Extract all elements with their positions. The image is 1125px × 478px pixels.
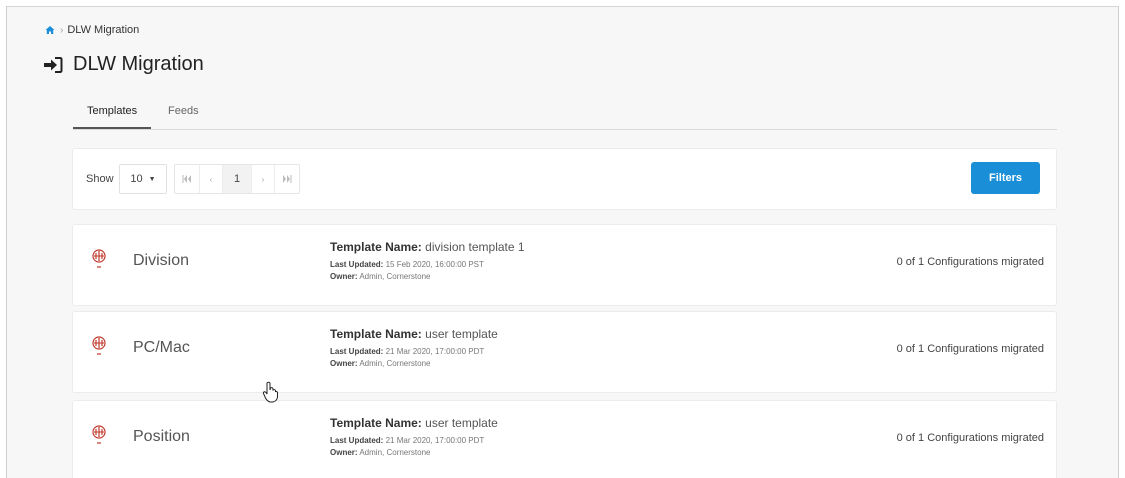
owner-line: Owner: Admin, Cornerstone: [330, 272, 525, 281]
last-updated-label: Last Updated:: [330, 347, 384, 356]
owner-line: Owner: Admin, Cornerstone: [330, 359, 498, 368]
first-page-icon: [182, 175, 191, 183]
last-updated-label: Last Updated:: [330, 260, 384, 269]
template-details: Template Name: user template Last Update…: [330, 327, 498, 368]
breadcrumb: › DLW Migration: [45, 24, 139, 36]
chevron-right-icon: ›: [261, 174, 265, 184]
owner-label: Owner:: [330, 272, 358, 281]
last-updated-value: 21 Mar 2020, 17:00:00 PDT: [385, 436, 485, 445]
owner-label: Owner:: [330, 359, 358, 368]
tab-bar: Templates Feeds: [73, 99, 1057, 130]
last-updated-value: 15 Feb 2020, 16:00:00 PST: [385, 260, 484, 269]
last-updated-value: 21 Mar 2020, 17:00:00 PDT: [385, 347, 485, 356]
tab-templates[interactable]: Templates: [73, 99, 152, 129]
template-name-line: Template Name: division template 1: [330, 240, 525, 254]
template-name-label: Template Name:: [330, 416, 422, 430]
template-name-value: user template: [425, 416, 498, 430]
template-name-value: user template: [425, 327, 498, 341]
template-name-line: Template Name: user template: [330, 327, 498, 341]
login-icon: [44, 56, 63, 73]
migration-status: 0 of 1 Configurations migrated: [896, 256, 1044, 268]
template-icon: [92, 249, 106, 268]
app-frame: › DLW Migration DLW Migration Templates …: [6, 6, 1119, 478]
breadcrumb-separator: ›: [60, 24, 64, 36]
template-card[interactable]: Division Template Name: division templat…: [73, 225, 1056, 305]
page-size-value: 10: [130, 173, 143, 185]
toolbar: Show 10 ▼ ‹ 1 › Filters: [73, 149, 1056, 209]
template-details: Template Name: user template Last Update…: [330, 416, 498, 457]
template-name-line: Template Name: user template: [330, 416, 498, 430]
owner-value: Admin, Cornerstone: [359, 359, 431, 368]
current-page-number: 1: [233, 173, 241, 185]
last-updated-line: Last Updated: 15 Feb 2020, 16:00:00 PST: [330, 260, 525, 269]
first-page-button[interactable]: [175, 165, 200, 193]
last-updated-line: Last Updated: 21 Mar 2020, 17:00:00 PDT: [330, 347, 498, 356]
template-category: Position: [133, 428, 190, 445]
pagination: ‹ 1 ›: [174, 164, 300, 194]
migration-status: 0 of 1 Configurations migrated: [896, 432, 1044, 444]
template-icon: [92, 336, 106, 355]
tab-feeds[interactable]: Feeds: [168, 99, 199, 127]
next-page-button[interactable]: ›: [252, 165, 275, 193]
breadcrumb-current: DLW Migration: [67, 24, 140, 36]
last-page-button[interactable]: [275, 165, 299, 193]
current-page-button[interactable]: 1: [223, 165, 252, 193]
hand-cursor-icon: [262, 381, 278, 403]
last-updated-label: Last Updated:: [330, 436, 384, 445]
owner-value: Admin, Cornerstone: [359, 272, 431, 281]
migration-status: 0 of 1 Configurations migrated: [896, 343, 1044, 355]
page-title: DLW Migration: [73, 53, 204, 75]
show-label: Show: [86, 173, 114, 185]
template-name-label: Template Name:: [330, 327, 422, 341]
template-name-label: Template Name:: [330, 240, 422, 254]
page-size-select[interactable]: 10 ▼: [119, 164, 167, 194]
last-page-icon: [283, 175, 292, 183]
template-card[interactable]: Position Template Name: user template La…: [73, 401, 1056, 478]
last-updated-line: Last Updated: 21 Mar 2020, 17:00:00 PDT: [330, 436, 498, 445]
chevron-left-icon: ‹: [209, 174, 213, 184]
template-name-value: division template 1: [425, 240, 525, 254]
filters-button[interactable]: Filters: [971, 162, 1040, 194]
page-header: DLW Migration: [43, 53, 204, 76]
template-category: Division: [133, 252, 190, 269]
caret-down-icon: ▼: [148, 175, 156, 183]
owner-label: Owner:: [330, 448, 358, 457]
owner-value: Admin, Cornerstone: [359, 448, 431, 457]
prev-page-button[interactable]: ‹: [200, 165, 223, 193]
owner-line: Owner: Admin, Cornerstone: [330, 448, 498, 457]
template-icon: [92, 425, 106, 444]
template-details: Template Name: division template 1 Last …: [330, 240, 525, 281]
template-card[interactable]: PC/Mac Template Name: user template Last…: [73, 312, 1056, 392]
home-icon[interactable]: [45, 25, 55, 35]
template-category: PC/Mac: [133, 339, 190, 356]
